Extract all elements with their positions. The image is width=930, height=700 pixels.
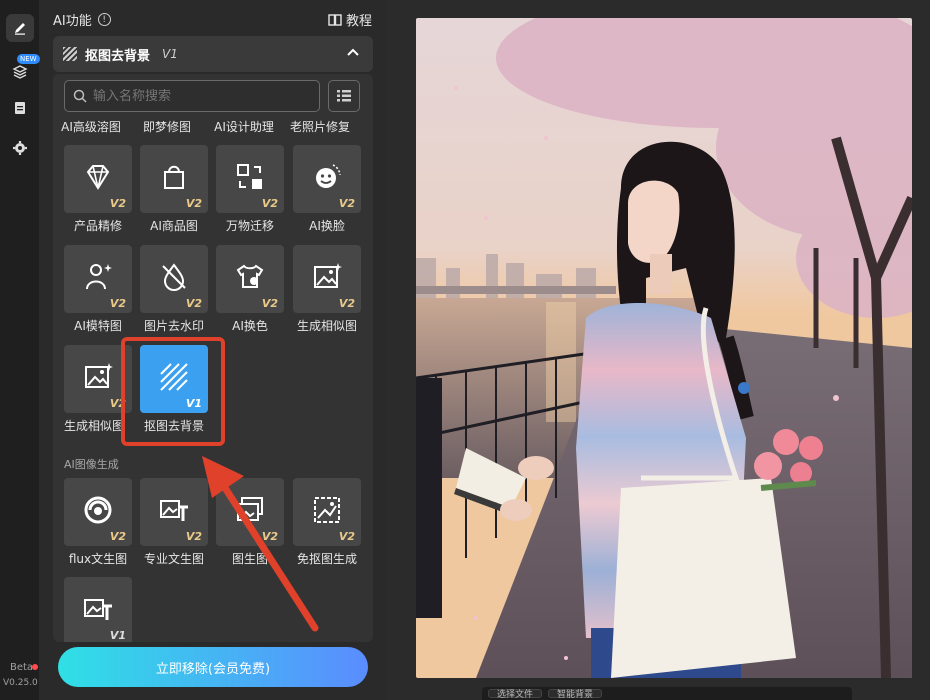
panel-title-text: AI功能: [53, 14, 92, 29]
search-input[interactable]: [93, 88, 293, 104]
transfer-icon: [237, 164, 262, 189]
tool-label[interactable]: 老照片修复: [282, 118, 358, 135]
pen-icon: [15, 23, 25, 35]
text-to-image-icon: [84, 599, 112, 620]
tutorial-label: 教程: [345, 14, 372, 29]
version-badge: V1: [109, 629, 126, 642]
tool-label: AI商品图: [150, 219, 198, 233]
section-label: 抠图去背景: [85, 48, 151, 64]
beta-label: Beta: [10, 662, 34, 673]
tool-label: AI模特图: [74, 319, 122, 333]
photo-canvas[interactable]: [416, 18, 912, 678]
tool-label: 图片去水印: [143, 319, 204, 333]
version-badge: V2: [338, 197, 355, 210]
tool-ai-recolor[interactable]: V2: [216, 245, 284, 313]
list-view-icon: [337, 90, 351, 102]
remove-now-button[interactable]: 立即移除(会员免费): [58, 647, 368, 687]
shopping-bag-icon: [164, 165, 184, 189]
top-row-labels: AI高级溶图 即梦修图 AI设计助理 老照片修复: [53, 118, 373, 138]
list-view-button[interactable]: [328, 80, 360, 112]
tool-label: flux文生图: [68, 552, 128, 566]
select-file-button[interactable]: 选择文件: [488, 689, 543, 700]
left-rail: NEW Beta V0.25.0: [0, 0, 40, 700]
tool-label[interactable]: 即梦修图: [129, 118, 205, 135]
version-badge: V2: [261, 297, 278, 310]
text-to-image-icon: [160, 500, 188, 521]
category-label: AI图像生成: [64, 458, 119, 471]
tool-flux-t2i[interactable]: V2: [64, 478, 132, 546]
smart-background-button[interactable]: 智能背景: [548, 689, 603, 700]
version-badge: V2: [109, 297, 126, 310]
chevron-up-icon[interactable]: [345, 45, 361, 61]
tool-watermark-remove[interactable]: V2: [140, 245, 208, 313]
tool-label[interactable]: AI高级溶图: [53, 118, 129, 135]
recolor-tshirt-icon: [236, 264, 264, 288]
version-badge: V2: [109, 197, 126, 210]
version-label: V0.25.0: [3, 678, 38, 688]
similar-image-icon: [85, 363, 113, 388]
layers-icon: [12, 65, 28, 79]
tool-product-retouch[interactable]: V2: [64, 145, 132, 213]
version-badge: V2: [261, 197, 278, 210]
tool-label: 万物迁移: [225, 219, 274, 233]
version-badge: V2: [185, 197, 202, 210]
flux-swirl-icon: [84, 496, 112, 524]
ai-functions-panel: AI功能 ! 教程 抠图去背景 V1 AI高级溶图 即梦修图 AI设计助: [40, 0, 386, 700]
version-badge: V2: [338, 530, 355, 543]
new-badge: NEW: [17, 54, 40, 64]
version-badge: V2: [109, 530, 126, 543]
clipboard-icon: [15, 102, 25, 114]
tool-similar-image[interactable]: V2: [293, 245, 361, 313]
cutout-hatch-icon: [63, 47, 77, 61]
tool-object-transfer[interactable]: V2: [216, 145, 284, 213]
tool-ai-product-image[interactable]: V2: [140, 145, 208, 213]
search-icon: [73, 89, 87, 103]
tool-label: AI换色: [232, 319, 268, 333]
canvas-toolbar: 选择文件 智能背景: [482, 687, 852, 700]
book-icon: [328, 13, 342, 26]
tool-t2i-v1[interactable]: V1: [64, 577, 132, 642]
section-version: V1: [162, 47, 178, 61]
similar-image-icon: [314, 263, 342, 288]
version-badge: V2: [338, 297, 355, 310]
info-icon[interactable]: !: [97, 13, 111, 26]
gear-icon: [13, 141, 27, 155]
app-root: NEW Beta V0.25.0 AI功能 ! 教程 抠图去背景 V1 输入名称…: [0, 0, 930, 700]
settings-button[interactable]: [6, 134, 34, 162]
panel-title: AI功能 !: [53, 10, 111, 29]
model-person-icon: [86, 264, 112, 290]
tool-label: AI换脸: [309, 219, 345, 233]
tool-label[interactable]: AI设计助理: [206, 118, 282, 135]
annotation-arrow: [202, 456, 319, 632]
tool-label: 产品精修: [73, 219, 122, 233]
beta-dot: [32, 664, 38, 670]
tool-ai-face-swap[interactable]: V2: [293, 145, 361, 213]
tool-label: 生成相似图: [296, 319, 357, 333]
tutorial-link[interactable]: 教程: [328, 10, 372, 29]
edit-tool-button[interactable]: [6, 14, 34, 42]
portrait-photo-image: [416, 18, 912, 678]
tool-ai-model[interactable]: V2: [64, 245, 132, 313]
face-swap-icon: [316, 164, 341, 188]
version-badge: V2: [185, 297, 202, 310]
document-button[interactable]: [6, 94, 34, 122]
diamond-sparkle-icon: [86, 165, 110, 190]
tool-label: 生成相似图: [63, 419, 124, 433]
canvas-area: 选择文件 智能背景: [386, 0, 930, 700]
section-header-cutout[interactable]: 抠图去背景 V1: [53, 36, 373, 72]
search-box[interactable]: [64, 80, 320, 112]
watermark-remove-icon: [162, 263, 186, 291]
highlight-box: [121, 337, 225, 446]
